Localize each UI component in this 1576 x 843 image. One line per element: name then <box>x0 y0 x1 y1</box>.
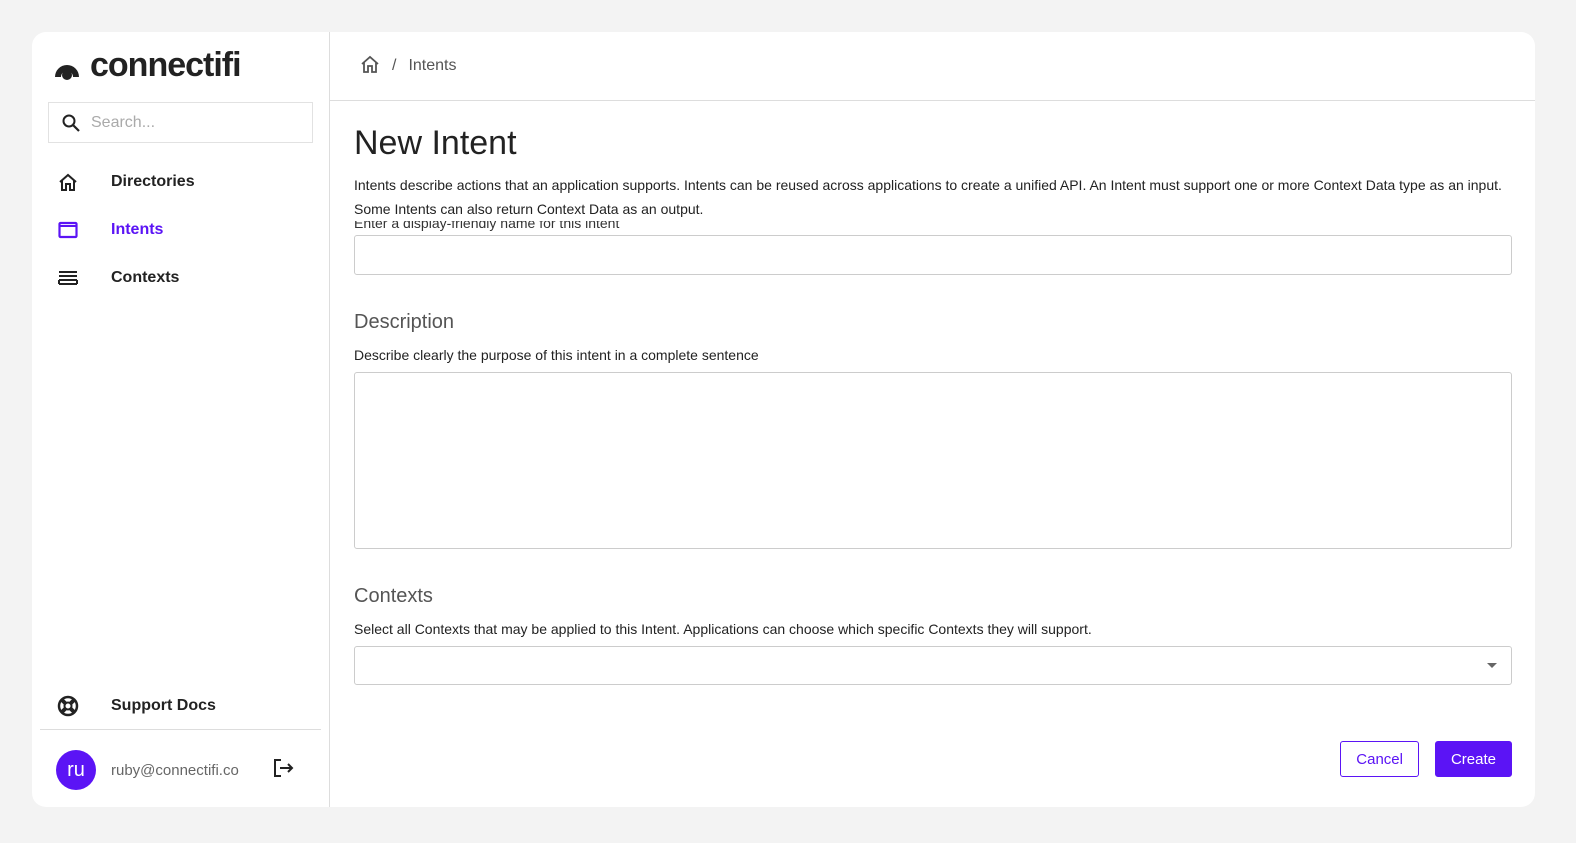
user-profile: ru ruby@connectifi.co <box>56 750 294 790</box>
form-actions: Cancel Create <box>1340 741 1512 777</box>
user-email: ruby@connectifi.co <box>111 761 239 779</box>
name-help-text: Enter a display-friendly name for this i… <box>354 221 620 231</box>
sidebar-item-label: Intents <box>111 221 164 238</box>
search-icon <box>62 114 80 132</box>
contexts-help: Select all Contexts that may be applied … <box>354 621 1092 637</box>
contexts-label: Contexts <box>354 585 433 607</box>
sidebar-item-label: Directories <box>111 173 195 190</box>
avatar[interactable]: ru <box>56 750 96 790</box>
home-icon[interactable] <box>360 54 380 79</box>
page-description: Intents describe actions that an applica… <box>354 177 1502 217</box>
window-icon <box>56 221 80 239</box>
sidebar-nav: Directories Intents Contexts <box>56 158 316 302</box>
description-help: Describe clearly the purpose of this int… <box>354 347 759 363</box>
main-content: / Intents New Intent Intents describe ac… <box>330 32 1535 807</box>
breadcrumb-current: Intents <box>408 57 457 74</box>
cancel-button[interactable]: Cancel <box>1340 741 1419 777</box>
breadcrumb: / Intents <box>330 32 1535 101</box>
name-input[interactable] <box>354 235 1512 275</box>
name-help-clipped: Enter a display-friendly name for this i… <box>354 221 1512 231</box>
sidebar-item-directories[interactable]: Directories <box>56 158 316 206</box>
breadcrumb-separator: / <box>392 57 397 74</box>
logout-icon[interactable] <box>272 757 294 784</box>
logo[interactable]: connectifi <box>52 46 242 85</box>
support-docs-section: Support Docs <box>56 682 316 730</box>
description-textarea[interactable] <box>354 372 1512 549</box>
app-window: connectifi Directories Intents Contexts <box>32 32 1535 807</box>
chevron-down-icon <box>1487 663 1497 668</box>
lifebuoy-icon <box>56 695 80 717</box>
page-title: New Intent <box>354 124 517 162</box>
sidebar-item-contexts[interactable]: Contexts <box>56 254 316 302</box>
search-input[interactable] <box>91 113 291 132</box>
sidebar-divider <box>40 729 321 730</box>
logo-icon <box>55 64 79 80</box>
sidebar-item-support-docs[interactable]: Support Docs <box>56 682 316 730</box>
sidebar: connectifi Directories Intents Contexts <box>32 32 330 807</box>
sidebar-item-label: Support Docs <box>111 697 216 714</box>
contexts-select[interactable] <box>354 646 1512 685</box>
intent-form: New Intent Intents describe actions that… <box>354 124 1512 685</box>
home-icon <box>56 172 80 192</box>
sidebar-item-label: Contexts <box>111 269 180 286</box>
sidebar-item-intents[interactable]: Intents <box>56 206 316 254</box>
search-box[interactable] <box>48 102 313 143</box>
logo-text: connectifi <box>90 46 242 84</box>
description-label: Description <box>354 311 455 333</box>
create-button[interactable]: Create <box>1434 741 1512 777</box>
list-icon <box>56 270 80 286</box>
